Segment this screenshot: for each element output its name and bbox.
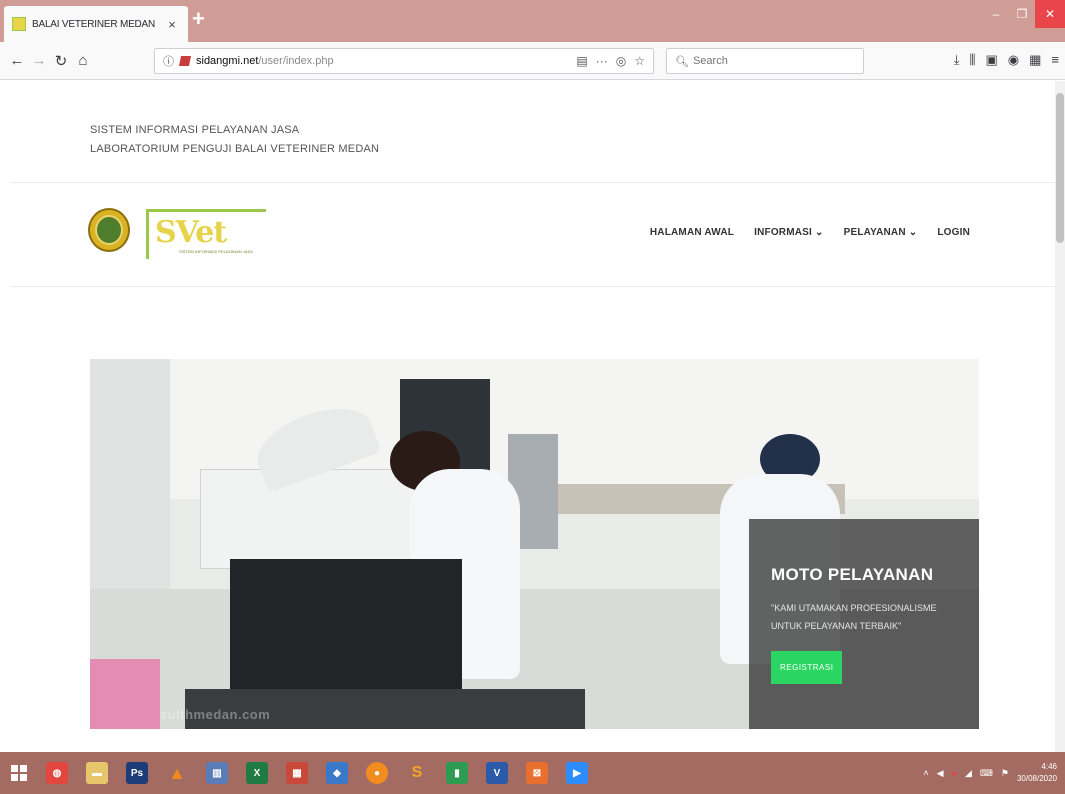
app-icon-calendar[interactable]: ▦ xyxy=(286,762,308,784)
browser-titlebar: BALAI VETERINER MEDAN × + – ❐ ✕ xyxy=(0,0,1065,42)
hero-bg-computer xyxy=(230,559,462,709)
url-actions: ▤ ··· ◎ ☆ xyxy=(576,54,645,68)
site-favicon-icon xyxy=(12,17,26,31)
app-icon-db[interactable]: ▮ xyxy=(446,762,468,784)
hero-bg-pink-box xyxy=(90,659,160,729)
browser-tab[interactable]: BALAI VETERINER MEDAN × xyxy=(4,6,188,42)
nav-divider xyxy=(10,286,1055,287)
header-line-2: LABORATORIUM PENGUJI BALAI VETERINER MED… xyxy=(90,143,380,155)
close-window-button[interactable]: ✕ xyxy=(1035,0,1065,28)
page-actions-icon[interactable]: ··· xyxy=(596,54,608,68)
taskbar-clock[interactable]: 4:46 30/08/2020 xyxy=(1017,761,1057,785)
hero-watermark: sulthmedan.com xyxy=(160,707,271,722)
logo-subtitle: SISTEM INFORMASI PELAYANAN JASA xyxy=(179,249,253,254)
app-icon-antivirus[interactable]: ◍ xyxy=(46,762,68,784)
maximize-button[interactable]: ❐ xyxy=(1009,0,1035,28)
menu-icon[interactable]: ≡ xyxy=(1051,52,1059,68)
url-path: /user/index.php xyxy=(258,55,334,67)
register-button[interactable]: REGISTRASI xyxy=(771,651,843,684)
header-divider xyxy=(10,182,1055,183)
sublime-icon[interactable]: S xyxy=(406,762,428,784)
government-seal-logo[interactable] xyxy=(88,208,130,252)
downloads-icon[interactable]: ⤓ xyxy=(954,52,960,68)
visio-icon[interactable]: V xyxy=(486,762,508,784)
hero-text: "KAMI UTAMAKAN PROFESIONALISME UNTUK PEL… xyxy=(771,603,937,631)
zoom-icon[interactable]: ▶ xyxy=(566,762,588,784)
tab-close-icon[interactable]: × xyxy=(164,17,180,32)
app-icon-editor[interactable]: ▥ xyxy=(206,762,228,784)
xampp-icon[interactable]: ⊠ xyxy=(526,762,548,784)
excel-icon[interactable]: X xyxy=(246,762,268,784)
notification-icon[interactable]: ⚑ xyxy=(1001,768,1009,779)
clock-time: 4:46 xyxy=(1041,762,1057,771)
site-identity-icon xyxy=(178,56,192,66)
back-icon[interactable]: ← xyxy=(6,52,28,69)
browser-navbar: ← → ↻ ⌂ ⓘ sidangmi.net /user/index.php ▤… xyxy=(0,42,1065,80)
logo-text: SVet xyxy=(155,215,227,250)
keyboard-icon[interactable]: ⌨ xyxy=(980,768,993,779)
site-header-info: SISTEM INFORMASI PELAYANAN JASA LABORATO… xyxy=(90,121,379,159)
url-bar[interactable]: ⓘ sidangmi.net /user/index.php ▤ ··· ◎ ☆ xyxy=(154,48,654,74)
file-explorer-icon[interactable]: ▬ xyxy=(86,762,108,784)
header-line-1: SISTEM INFORMASI PELAYANAN JASA xyxy=(90,124,300,136)
search-icon: 🔍︎ xyxy=(675,55,689,68)
taskbar-apps: ◍ ▬ Ps ▲ ▥ X ▦ ◆ ● S ▮ V ⊠ ▶ xyxy=(46,762,588,784)
nav-login[interactable]: LOGIN xyxy=(937,227,970,238)
library-icon[interactable]: ⫼ xyxy=(969,52,975,68)
reader-view-icon[interactable]: ▤ xyxy=(576,54,587,68)
page-viewport: SISTEM INFORMASI PELAYANAN JASA LABORATO… xyxy=(0,81,1065,752)
windows-logo-icon xyxy=(11,765,27,781)
extension-icon[interactable]: ◉ xyxy=(1008,52,1019,68)
sidebar-icon[interactable]: ▣ xyxy=(985,52,997,68)
tab-title: BALAI VETERINER MEDAN xyxy=(32,18,156,30)
main-nav: HALAMAN AWAL INFORMASI ⌄ PELAYANAN ⌄ LOG… xyxy=(650,227,970,238)
windows-taskbar: ◍ ▬ Ps ▲ ▥ X ▦ ◆ ● S ▮ V ⊠ ▶ ˄ ◀ ● ◢ ⌨ ⚑… xyxy=(0,752,1065,794)
antivirus-tray-icon[interactable]: ● xyxy=(952,768,957,778)
system-tray: ˄ ◀ ● ◢ ⌨ ⚑ 4:46 30/08/2020 xyxy=(923,752,1057,794)
firefox-icon[interactable]: ● xyxy=(366,762,388,784)
extension-icon-2[interactable]: ▦ xyxy=(1029,52,1041,68)
svet-logo[interactable]: SVet SISTEM INFORMASI PELAYANAN JASA xyxy=(146,209,266,259)
search-input[interactable] xyxy=(692,55,853,67)
scroll-thumb[interactable] xyxy=(1056,93,1064,243)
tray-chevron-icon[interactable]: ˄ xyxy=(923,768,928,778)
home-icon[interactable]: ⌂ xyxy=(72,52,94,69)
hero-bg-analyzer xyxy=(200,469,415,569)
nav-home[interactable]: HALAMAN AWAL xyxy=(650,227,734,238)
hero-caption-box: MOTO PELAYANAN "KAMI UTAMAKAN PROFESIONA… xyxy=(749,519,979,729)
nav-pelayanan[interactable]: PELAYANAN ⌄ xyxy=(844,227,918,238)
reload-icon[interactable]: ↻ xyxy=(50,52,72,70)
photoshop-icon[interactable]: Ps xyxy=(126,762,148,784)
window-controls: – ❐ ✕ xyxy=(983,0,1065,28)
info-icon[interactable]: ⓘ xyxy=(163,53,174,69)
network-icon[interactable]: ◢ xyxy=(965,768,972,779)
minimize-button[interactable]: – xyxy=(983,0,1009,28)
clock-date: 30/08/2020 xyxy=(1016,774,1057,783)
hero-banner: sulthmedan.com MOTO PELAYANAN "KAMI UTAM… xyxy=(90,359,979,729)
url-host: sidangmi.net xyxy=(196,55,259,67)
pocket-icon[interactable]: ◎ xyxy=(616,54,626,68)
nav-informasi[interactable]: INFORMASI ⌄ xyxy=(754,227,823,238)
search-bar[interactable]: 🔍︎ xyxy=(666,48,864,74)
new-tab-button[interactable]: + xyxy=(192,8,205,30)
app-icon-notes[interactable]: ◆ xyxy=(326,762,348,784)
bookmark-star-icon[interactable]: ☆ xyxy=(634,54,645,68)
hero-title: MOTO PELAYANAN xyxy=(771,565,934,584)
toolbar-right: ⤓ ⫼ ▣ ◉ ▦ ≡ xyxy=(954,52,1059,68)
volume-icon[interactable]: ◀ xyxy=(937,768,944,779)
vlc-icon[interactable]: ▲ xyxy=(166,762,188,784)
page-scrollbar[interactable] xyxy=(1055,81,1065,752)
start-button[interactable] xyxy=(0,752,38,794)
forward-icon[interactable]: → xyxy=(28,52,50,69)
